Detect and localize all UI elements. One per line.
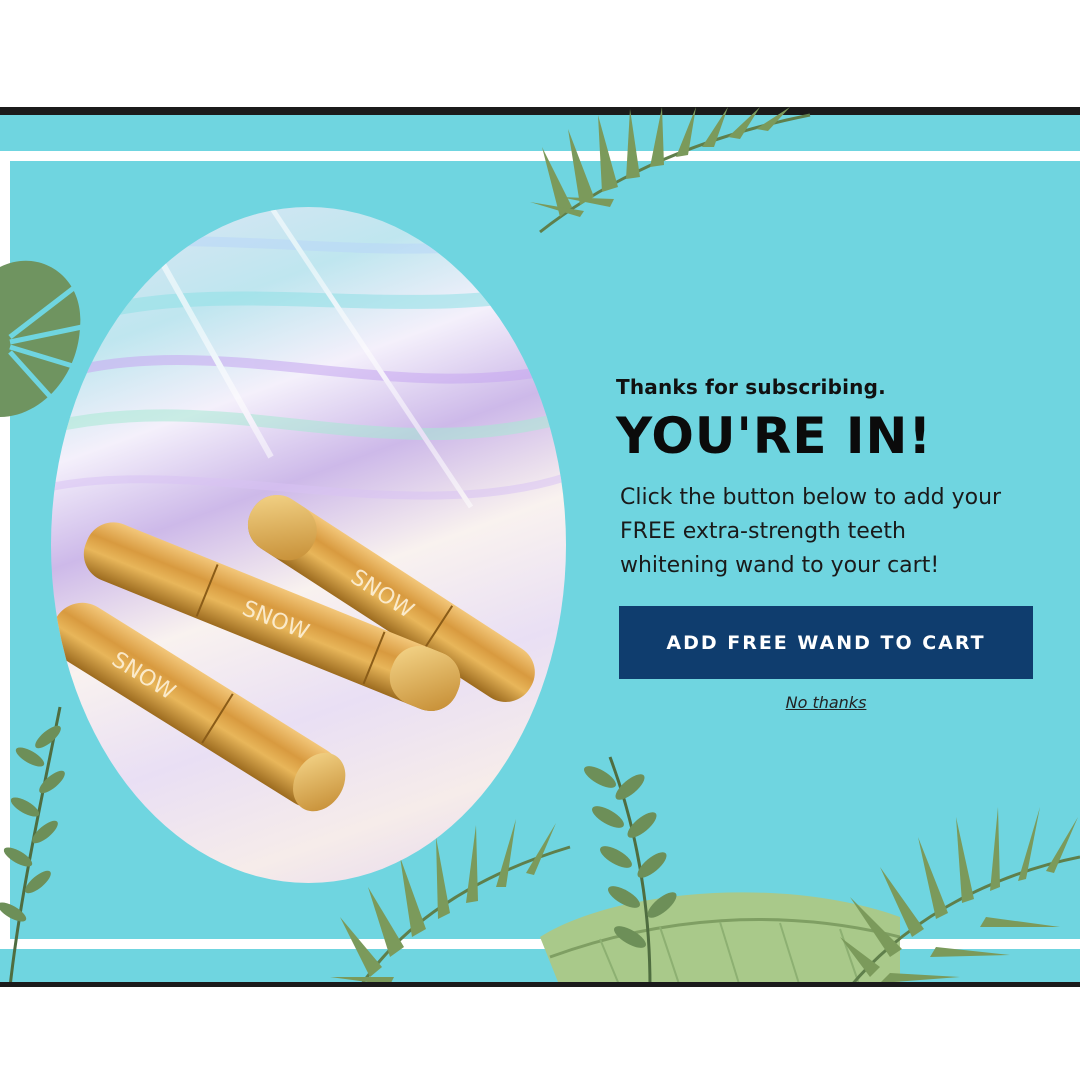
- popup-content: Thanks for subscribing. YOU'RE IN! Click…: [616, 375, 1056, 712]
- bottom-border-bar: [0, 982, 1080, 987]
- fern-bottom-center-decoration: [584, 756, 677, 987]
- product-image: SNOW SNOW SNOW: [51, 207, 566, 883]
- fern-bottom-left-decoration: [0, 706, 65, 987]
- palm-leaf-top-decoration: [530, 107, 811, 234]
- palm-leaf-bottom-right-decoration: [840, 807, 1080, 987]
- no-thanks-link[interactable]: No thanks: [619, 693, 1033, 712]
- subscription-popup: SNOW SNOW SNOW Thanks for subscribing. Y…: [0, 107, 1080, 987]
- offer-description: Click the button below to add your FREE …: [620, 485, 1002, 578]
- subscription-confirmation-text: Thanks for subscribing.: [616, 375, 886, 399]
- add-free-wand-button[interactable]: ADD FREE WAND TO CART: [619, 606, 1033, 679]
- headline: YOU'RE IN!: [616, 407, 933, 465]
